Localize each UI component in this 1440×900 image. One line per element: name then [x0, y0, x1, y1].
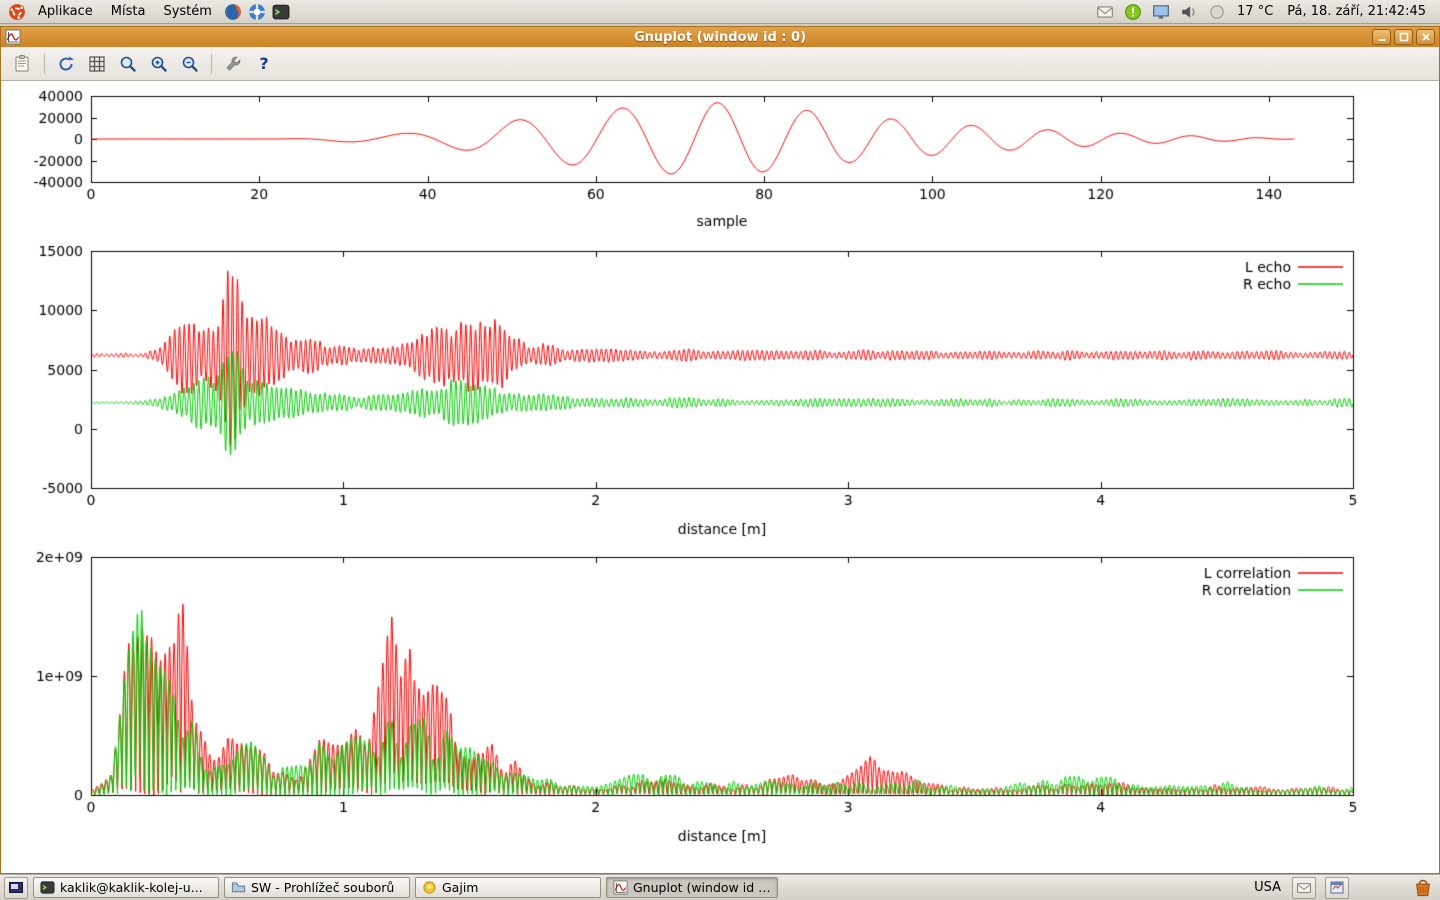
system-tray: 17 °C Pá, 18. září, 21:42:45 [1095, 1, 1434, 23]
minimize-button[interactable] [1372, 29, 1391, 45]
temperature[interactable]: 17 °C [1235, 4, 1275, 19]
terminal-icon [40, 880, 55, 895]
weather-icon[interactable] [1207, 1, 1227, 23]
zoom-out-icon [180, 54, 200, 74]
ubuntu-logo-icon[interactable] [6, 1, 28, 23]
mail-tray-icon[interactable] [1292, 877, 1316, 899]
task-label: Gajim [442, 880, 478, 895]
file-manager-icon [231, 880, 246, 895]
plot-area [1, 82, 1439, 873]
update-notifier-icon[interactable] [1123, 1, 1143, 23]
menu-places[interactable]: Místa [103, 1, 154, 22]
show-desktop-icon[interactable] [4, 877, 28, 899]
window-tray-icon[interactable] [1325, 877, 1349, 899]
top-panel: Aplikace Místa Systém 17 °C Pá, 18. září… [0, 0, 1440, 24]
task-label: kaklik@kaklik-kolej-u... [60, 880, 203, 895]
task-label: Gnuplot (window id : 0) [633, 880, 771, 895]
plot-canvas[interactable] [1, 82, 1439, 860]
keyboard-layout-indicator[interactable]: USA [1252, 880, 1283, 895]
firefox-launcher-icon[interactable] [222, 1, 244, 23]
task-label: SW - Prohlížeč souborů [251, 880, 394, 895]
volume-icon[interactable] [1179, 1, 1199, 23]
help-launcher-icon[interactable] [246, 1, 268, 23]
gnuplot-window: Gnuplot (window id : 0) [0, 26, 1440, 874]
menu-system[interactable]: Systém [155, 1, 219, 22]
task-gajim[interactable]: Gajim [415, 877, 601, 898]
zoom-in-button[interactable] [145, 51, 173, 77]
gajim-icon [422, 880, 437, 895]
zoom-previous-button[interactable] [114, 51, 142, 77]
clock[interactable]: Pá, 18. září, 21:42:45 [1283, 4, 1434, 19]
clipboard-icon [13, 54, 33, 74]
task-gnuplot[interactable]: Gnuplot (window id : 0) [606, 877, 778, 898]
taskbar: kaklik@kaklik-kolej-u... SW - Prohlížeč … [0, 874, 1440, 900]
wrench-icon [223, 54, 243, 74]
gnuplot-icon [613, 880, 628, 895]
settings-button[interactable] [219, 51, 247, 77]
terminal-launcher-icon[interactable] [270, 1, 292, 23]
zoom-previous-icon [118, 54, 138, 74]
window-title: Gnuplot (window id : 0) [1, 30, 1439, 45]
copy-to-clipboard-button[interactable] [9, 51, 37, 77]
mail-icon[interactable] [1095, 1, 1115, 23]
maximize-icon [1399, 32, 1409, 42]
replot-button[interactable] [52, 51, 80, 77]
zoom-out-button[interactable] [176, 51, 204, 77]
maximize-button[interactable] [1394, 29, 1413, 45]
help-icon: ? [259, 54, 268, 73]
zoom-in-icon [149, 54, 169, 74]
task-file-manager[interactable]: SW - Prohlížeč souborů [224, 877, 410, 898]
grid-icon [87, 54, 107, 74]
replot-icon [56, 54, 76, 74]
minimize-icon [1377, 32, 1387, 42]
task-terminal[interactable]: kaklik@kaklik-kolej-u... [33, 877, 219, 898]
help-button[interactable]: ? [250, 51, 278, 77]
gnuplot-window-icon [5, 29, 21, 45]
trash-icon[interactable] [1410, 876, 1436, 900]
titlebar[interactable]: Gnuplot (window id : 0) [1, 27, 1439, 47]
toolbar: ? [1, 47, 1439, 81]
menu-applications[interactable]: Aplikace [30, 1, 101, 22]
toolbar-separator [44, 54, 45, 74]
close-icon [1421, 32, 1431, 42]
close-button[interactable] [1416, 29, 1435, 45]
toggle-grid-button[interactable] [83, 51, 111, 77]
display-icon[interactable] [1151, 1, 1171, 23]
toolbar-separator [211, 54, 212, 74]
